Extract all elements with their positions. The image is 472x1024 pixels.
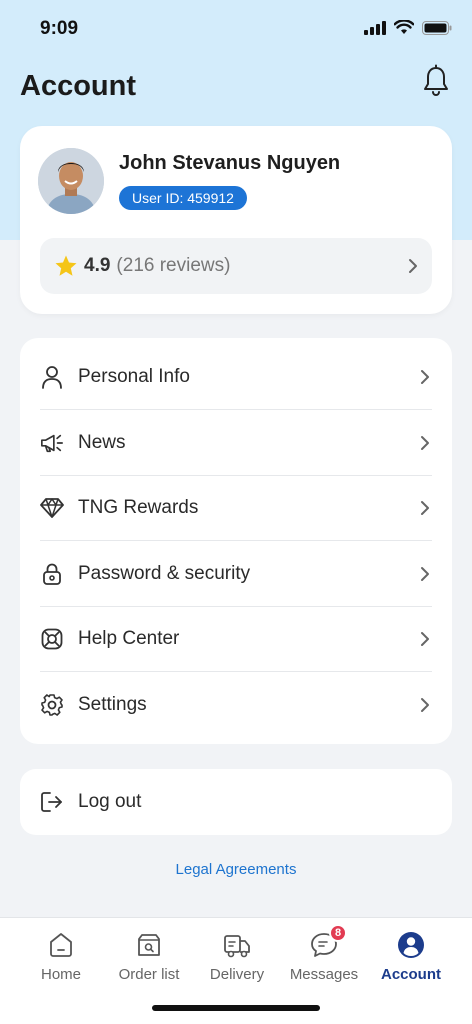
signal-icon: [364, 20, 386, 35]
nav-label: Order list: [118, 966, 180, 983]
chevron-right-icon: [421, 566, 429, 581]
page-title: Account: [20, 70, 136, 102]
chevron-right-icon: [421, 500, 429, 515]
home-indicator: [152, 1005, 320, 1011]
chevron-right-icon: [421, 435, 429, 450]
nav-messages[interactable]: 8 Messages: [277, 924, 371, 983]
rating-reviews: (216 reviews): [116, 255, 231, 276]
legal-agreements-link[interactable]: Legal Agreements: [0, 861, 472, 878]
notification-bell-icon[interactable]: [422, 64, 450, 98]
delivery-icon: [222, 930, 252, 960]
menu-item-label: TNG Rewards: [78, 496, 199, 518]
logout-icon: [40, 790, 64, 814]
logout-label: Log out: [78, 790, 142, 812]
messages-badge: 8: [329, 924, 347, 942]
menu-item-personal-info[interactable]: Personal Info: [40, 344, 432, 409]
menu-item-tng-rewards[interactable]: TNG Rewards: [40, 475, 432, 540]
menu-item-label: Password & security: [78, 562, 251, 584]
battery-icon: [422, 20, 452, 35]
nav-label: Home: [40, 966, 81, 983]
gear-icon: [40, 693, 64, 717]
nav-label: Messages: [289, 966, 359, 983]
profile-card: John Stevanus Nguyen User ID: 459912 4.9…: [20, 126, 452, 314]
menu-item-help-center[interactable]: Help Center: [40, 606, 432, 671]
nav-account[interactable]: Account: [364, 930, 458, 983]
menu-item-password-security[interactable]: Password & security: [40, 541, 432, 606]
menu-item-label: Personal Info: [78, 365, 190, 387]
menu-card: Personal Info News TNG Rewards Password …: [20, 338, 452, 744]
chevron-right-icon: [409, 259, 417, 273]
nav-label: Delivery: [209, 966, 265, 983]
diamond-icon: [40, 496, 64, 520]
status-bar: 9:09: [0, 0, 472, 56]
avatar[interactable]: [38, 148, 104, 214]
wifi-icon: [394, 20, 414, 34]
user-id-badge: User ID: 459912: [119, 186, 247, 210]
chevron-right-icon: [421, 631, 429, 646]
logout-button[interactable]: Log out: [40, 769, 432, 834]
nav-label: Account: [381, 966, 441, 983]
chevron-right-icon: [421, 697, 429, 712]
chevron-right-icon: [421, 369, 429, 384]
rating-row[interactable]: 4.9 (216 reviews): [40, 238, 432, 294]
menu-item-settings[interactable]: Settings: [40, 672, 432, 737]
status-icons: [364, 20, 452, 35]
messages-icon: 8: [309, 924, 347, 960]
order-list-icon: [134, 930, 164, 960]
menu-item-label: Settings: [78, 693, 147, 715]
person-icon: [40, 365, 64, 389]
logout-card: Log out: [20, 769, 452, 835]
account-icon: [396, 930, 426, 960]
nav-order-list[interactable]: Order list: [102, 930, 196, 983]
megaphone-icon: [40, 431, 64, 455]
menu-item-label: News: [78, 431, 126, 453]
lock-icon: [40, 562, 64, 586]
home-icon: [46, 930, 76, 960]
status-time: 9:09: [40, 18, 79, 39]
lifebuoy-icon: [40, 627, 64, 651]
nav-delivery[interactable]: Delivery: [190, 930, 284, 983]
rating-value: 4.9: [84, 255, 111, 276]
user-name: John Stevanus Nguyen: [119, 152, 341, 174]
nav-home[interactable]: Home: [14, 930, 108, 983]
star-icon: [55, 255, 77, 276]
menu-item-label: Help Center: [78, 627, 180, 649]
menu-item-news[interactable]: News: [40, 410, 432, 475]
